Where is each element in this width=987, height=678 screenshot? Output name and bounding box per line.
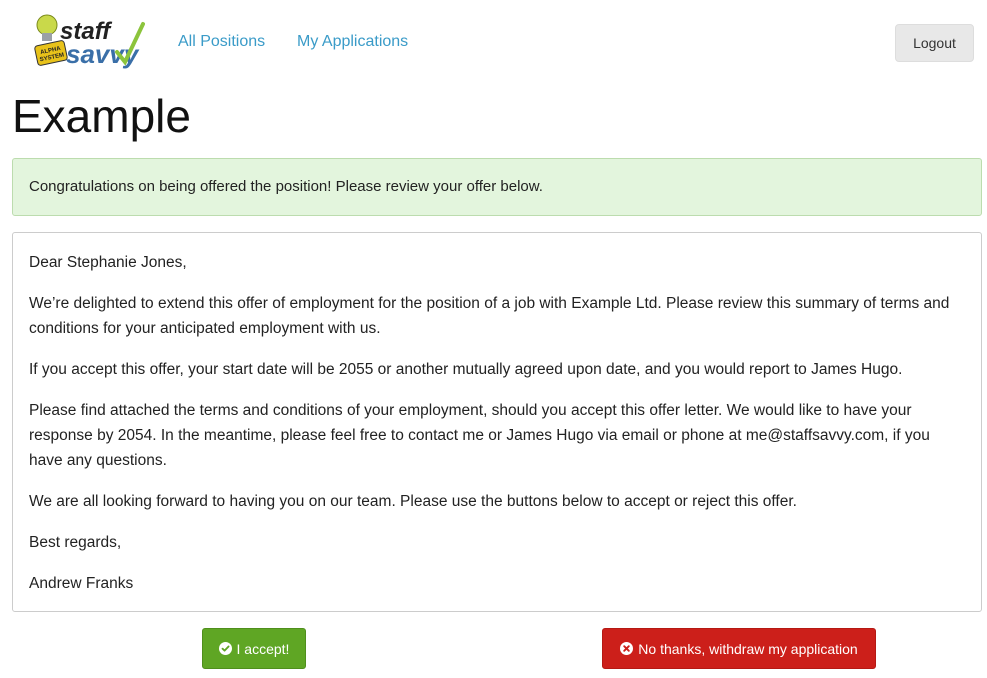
- letter-greeting: Dear Stephanie Jones,: [29, 254, 187, 271]
- letter-paragraph: We are all looking forward to having you…: [29, 493, 797, 510]
- withdraw-application-button[interactable]: No thanks, withdraw my application: [602, 628, 876, 669]
- check-circle-icon: [218, 642, 232, 655]
- page-title: Example: [12, 90, 191, 142]
- accept-label: I accept!: [236, 640, 290, 657]
- letter-signature: Andrew Franks: [29, 575, 134, 592]
- times-circle-icon: [620, 642, 634, 655]
- letter-paragraph: We’re delighted to extend this offer of …: [29, 295, 950, 337]
- offer-letter: Dear Stephanie Jones, We’re delighted to…: [12, 232, 982, 612]
- accept-offer-button[interactable]: I accept!: [202, 628, 306, 669]
- logout-button[interactable]: Logout: [895, 24, 974, 62]
- letter-paragraph: Please find attached the terms and condi…: [29, 402, 930, 469]
- navbar: ALPHA SYSTEM staff savvy All Positions M…: [0, 0, 987, 86]
- staffsavvy-logo[interactable]: ALPHA SYSTEM staff savvy: [33, 12, 145, 70]
- letter-closing: Best regards,: [29, 534, 122, 551]
- nav-my-applications[interactable]: My Applications: [297, 33, 408, 51]
- letter-paragraph: If you accept this offer, your start dat…: [29, 361, 903, 378]
- success-alert: Congratulations on being offered the pos…: [12, 158, 982, 216]
- reject-label: No thanks, withdraw my application: [638, 640, 858, 657]
- nav-all-positions[interactable]: All Positions: [178, 33, 265, 51]
